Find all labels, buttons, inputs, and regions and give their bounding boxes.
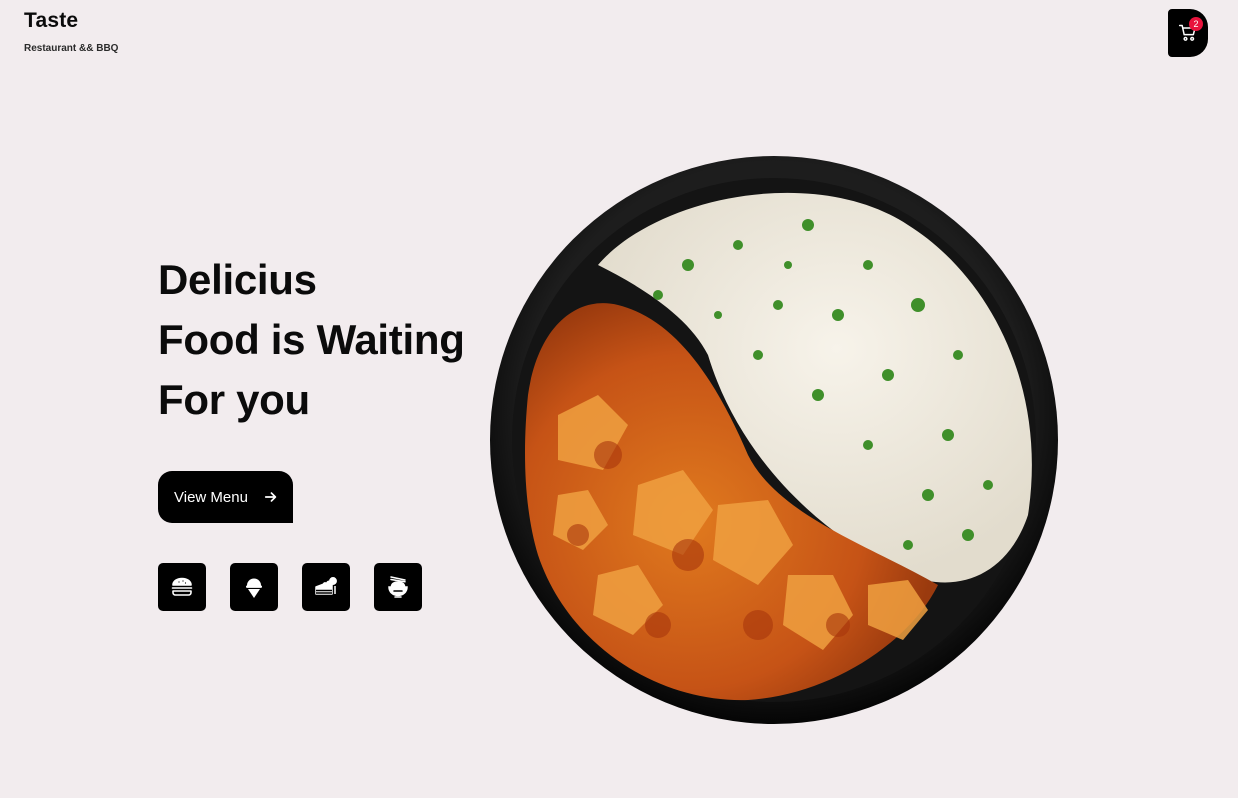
brand-title: Taste	[24, 9, 79, 32]
category-ice-cream[interactable]	[230, 563, 278, 611]
hero-title-line: For you	[158, 376, 310, 423]
category-list	[158, 563, 422, 611]
cart-button[interactable]: 2	[1168, 9, 1208, 57]
hero-title: Delicius Food is Waiting For you	[158, 250, 498, 430]
category-noodles[interactable]	[374, 563, 422, 611]
burger-icon	[171, 577, 193, 596]
view-menu-label: View Menu	[174, 488, 248, 506]
landing-page: Taste Restaurant && BBQ 2 Delicius Food …	[0, 0, 1238, 798]
category-burger[interactable]	[158, 563, 206, 611]
hero-title-line: Food is Waiting	[158, 316, 465, 363]
arrow-right-icon	[264, 492, 277, 502]
view-menu-button[interactable]: View Menu	[158, 471, 293, 523]
cart-count-badge: 2	[1189, 17, 1203, 31]
curry-rice-bowl-image	[490, 156, 1058, 724]
category-cake[interactable]	[302, 563, 350, 611]
hero-title-line: Delicius	[158, 256, 317, 303]
ice-cream-icon	[246, 578, 262, 598]
brand-subtitle: Restaurant && BBQ	[24, 43, 119, 54]
noodle-bowl-icon	[388, 576, 408, 598]
cake-slice-icon	[315, 577, 337, 595]
brand[interactable]: Taste Restaurant && BBQ	[24, 9, 118, 55]
